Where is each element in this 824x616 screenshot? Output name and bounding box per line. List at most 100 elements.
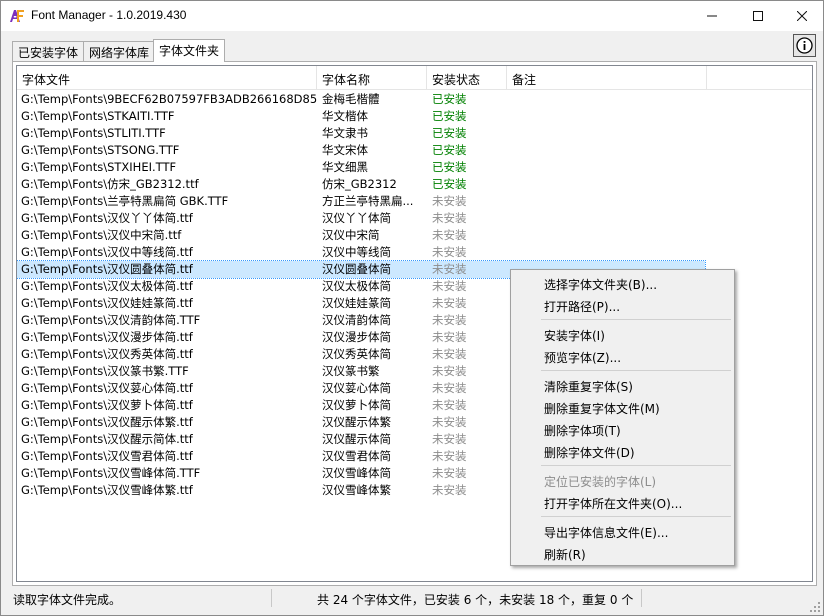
cell-font-file: G:\Temp\Fonts\汉仪清韵体简.TTF: [21, 313, 201, 327]
table-row[interactable]: G:\Temp\Fonts\STXIHEI.TTF 华文细黑 已安装: [17, 159, 812, 176]
cell-font-file: G:\Temp\Fonts\汉仪漫步体简.ttf: [21, 330, 193, 344]
cell-font-file: G:\Temp\Fonts\汉仪中宋简.ttf: [21, 228, 182, 242]
status-separator: [641, 589, 642, 607]
menu-item[interactable]: 打开字体所在文件夹(O)...: [511, 491, 734, 513]
cell-font-file: G:\Temp\Fonts\STSONG.TTF: [21, 143, 180, 157]
cell-install-status: 已安装: [432, 109, 467, 123]
cell-font-name: 汉仪醒示体繁: [322, 415, 391, 429]
cell-font-file: G:\Temp\Fonts\汉仪雪君体简.ttf: [21, 449, 193, 463]
cell-font-name: 汉仪篆书繁: [322, 364, 380, 378]
cell-install-status: 未安装: [432, 483, 467, 497]
cell-font-file: G:\Temp\Fonts\STKAITI.TTF: [21, 109, 175, 123]
menu-separator: [511, 316, 734, 323]
cell-install-status: 未安装: [432, 364, 467, 378]
cell-font-name: 汉仪雪君体简: [322, 449, 391, 463]
column-header-font-file[interactable]: 字体文件: [17, 66, 317, 90]
cell-font-name: 汉仪萝卜体简: [322, 398, 391, 412]
cell-font-name: 汉仪荽心体简: [322, 381, 391, 395]
tab-font-folder[interactable]: 字体文件夹: [153, 39, 226, 62]
cell-font-name: 华文宋体: [322, 143, 368, 157]
cell-font-name: 方正兰亭特黑扁...: [322, 194, 414, 208]
list-header: 字体文件 字体名称 安装状态 备注: [17, 66, 812, 90]
maximize-button[interactable]: [735, 1, 781, 31]
cell-font-name: 汉仪中宋简: [322, 228, 380, 242]
column-header-font-name[interactable]: 字体名称: [317, 66, 427, 90]
cell-font-file: G:\Temp\Fonts\9BECF62B07597FB3ADB266168D…: [21, 92, 317, 106]
cell-install-status: 未安装: [432, 415, 467, 429]
cell-font-file: G:\Temp\Fonts\汉仪雪峰体简.TTF: [21, 466, 201, 480]
table-row[interactable]: G:\Temp\Fonts\STKAITI.TTF 华文楷体 已安装: [17, 108, 812, 125]
menu-item[interactable]: 删除重复字体文件(M): [511, 396, 734, 418]
cell-font-file: G:\Temp\Fonts\汉仪秀英体简.ttf: [21, 347, 193, 361]
cell-font-file: G:\Temp\Fonts\汉仪荽心体简.ttf: [21, 381, 193, 395]
status-separator: [271, 589, 272, 607]
status-summary: 共 24 个字体文件，已安装 6 个，未安装 18 个，重复 0 个: [317, 593, 634, 607]
table-row[interactable]: G:\Temp\Fonts\9BECF62B07597FB3ADB266168D…: [17, 91, 812, 108]
menu-item[interactable]: 清除重复字体(S): [511, 374, 734, 396]
tab-online-font-library[interactable]: 网络字体库: [83, 41, 156, 61]
table-row[interactable]: G:\Temp\Fonts\STLITI.TTF 华文隶书 已安装: [17, 125, 812, 142]
table-row[interactable]: G:\Temp\Fonts\仿宋_GB2312.ttf 仿宋_GB2312 已安装: [17, 176, 812, 193]
menu-separator: [511, 462, 734, 469]
cell-font-name: 汉仪雪峰体繁: [322, 483, 391, 497]
cell-font-name: 汉仪醒示体简: [322, 432, 391, 446]
minimize-icon: [707, 15, 717, 17]
context-menu: 选择字体文件夹(B)... 打开路径(P)... 安装字体(I) 预览字体(Z)...…: [510, 269, 735, 566]
column-header-install-status[interactable]: 安装状态: [427, 66, 507, 90]
cell-install-status: 未安装: [432, 211, 467, 225]
tab-installed-fonts[interactable]: 已安装字体: [12, 41, 85, 61]
cell-install-status: 未安装: [432, 228, 467, 242]
cell-font-name: 汉仪雪峰体简: [322, 466, 391, 480]
cell-install-status: 未安装: [432, 330, 467, 344]
menu-item[interactable]: 选择字体文件夹(B)...: [511, 272, 734, 294]
main-window: Font Manager - 1.0.2019.430 已安装字体 网络字体库 …: [0, 0, 824, 616]
cell-font-name: 金梅毛楷體: [322, 92, 380, 106]
menu-item[interactable]: 删除字体项(T): [511, 418, 734, 440]
cell-font-file: G:\Temp\Fonts\汉仪萝卜体简.ttf: [21, 398, 193, 412]
cell-install-status: 未安装: [432, 449, 467, 463]
title-bar[interactable]: Font Manager - 1.0.2019.430: [1, 1, 823, 31]
resize-grip-icon[interactable]: [809, 601, 821, 613]
cell-install-status: 已安装: [432, 160, 467, 174]
menu-item[interactable]: 删除字体文件(D): [511, 440, 734, 462]
cell-font-name: 汉仪丫丫体简: [322, 211, 391, 225]
close-button[interactable]: [779, 1, 824, 31]
menu-item[interactable]: 打开路径(P)...: [511, 294, 734, 316]
minimize-button[interactable]: [689, 1, 735, 31]
maximize-icon: [753, 11, 763, 21]
table-row[interactable]: G:\Temp\Fonts\汉仪中等线简.ttf 汉仪中等线简 未安装: [17, 244, 812, 261]
table-row[interactable]: G:\Temp\Fonts\兰亭特黑扁简 GBK.TTF 方正兰亭特黑扁... 未安…: [17, 193, 812, 210]
menu-item[interactable]: 导出字体信息文件(E)...: [511, 520, 734, 542]
status-message: 读取字体文件完成。: [13, 593, 122, 607]
column-header-remark[interactable]: 备注: [507, 66, 707, 90]
cell-font-name: 华文细黑: [322, 160, 368, 174]
cell-font-file: G:\Temp\Fonts\兰亭特黑扁简 GBK.TTF: [21, 194, 229, 208]
cell-install-status: 未安装: [432, 466, 467, 480]
cell-install-status: 未安装: [432, 296, 467, 310]
cell-font-file: G:\Temp\Fonts\汉仪中等线简.ttf: [21, 245, 193, 259]
cell-font-name: 汉仪中等线简: [322, 245, 391, 259]
cell-install-status: 未安装: [432, 432, 467, 446]
cell-install-status: 已安装: [432, 92, 467, 106]
menu-item[interactable]: 安装字体(I): [511, 323, 734, 345]
close-icon: [797, 11, 807, 21]
info-button[interactable]: [793, 34, 816, 57]
cell-font-file: G:\Temp\Fonts\汉仪娃娃篆简.ttf: [21, 296, 193, 310]
cell-font-file: G:\Temp\Fonts\汉仪篆书繁.TTF: [21, 364, 189, 378]
cell-font-name: 仿宋_GB2312: [322, 177, 397, 191]
table-row[interactable]: G:\Temp\Fonts\汉仪中宋简.ttf 汉仪中宋简 未安装: [17, 227, 812, 244]
cell-install-status: 未安装: [432, 194, 467, 208]
cell-font-name: 汉仪圆叠体简: [322, 262, 391, 276]
cell-font-name: 华文楷体: [322, 109, 368, 123]
table-row[interactable]: G:\Temp\Fonts\STSONG.TTF 华文宋体 已安装: [17, 142, 812, 159]
cell-font-file: G:\Temp\Fonts\汉仪醒示简体.ttf: [21, 432, 193, 446]
cell-font-name: 汉仪清韵体简: [322, 313, 391, 327]
cell-font-file: G:\Temp\Fonts\汉仪圆叠体简.ttf: [21, 262, 193, 276]
table-row[interactable]: G:\Temp\Fonts\汉仪丫丫体简.ttf 汉仪丫丫体简 未安装: [17, 210, 812, 227]
cell-font-file: G:\Temp\Fonts\汉仪醒示体繁.ttf: [21, 415, 193, 429]
menu-item[interactable]: 预览字体(Z)...: [511, 345, 734, 367]
tab-label: 已安装字体: [18, 46, 79, 60]
menu-item[interactable]: 刷新(R): [511, 542, 734, 564]
cell-font-file: G:\Temp\Fonts\仿宋_GB2312.ttf: [21, 177, 199, 191]
cell-install-status: 未安装: [432, 279, 467, 293]
